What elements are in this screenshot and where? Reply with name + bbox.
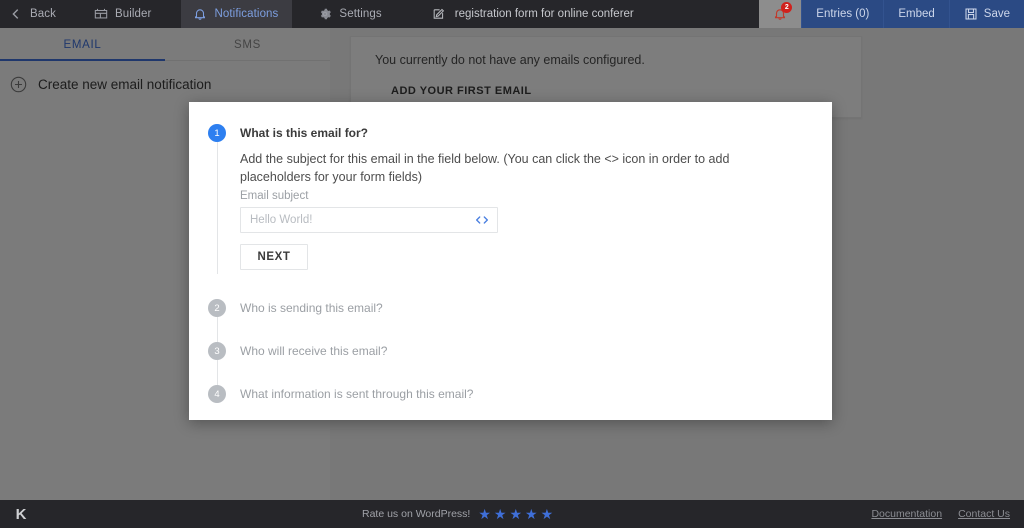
- form-name-text: registration form for online conferer: [454, 8, 634, 20]
- star-icon[interactable]: ★: [525, 507, 538, 521]
- back-label: Back: [30, 8, 56, 20]
- email-subject-input[interactable]: [240, 207, 498, 233]
- step-spacer: [189, 274, 832, 299]
- notifications-label: Notifications: [214, 8, 279, 20]
- step-3-bullet: 3: [208, 342, 226, 360]
- contact-us-link[interactable]: Contact Us: [958, 508, 1010, 520]
- step-1-body: Add the subject for this email in the fi…: [240, 142, 832, 274]
- bell-icon: [193, 7, 207, 21]
- kali-forms-logo: K: [15, 505, 27, 523]
- tab-settings[interactable]: Settings: [292, 0, 411, 28]
- step-4-title: What information is sent through this em…: [240, 387, 474, 401]
- back-button[interactable]: Back: [0, 0, 82, 28]
- settings-label: Settings: [339, 8, 382, 20]
- step-1-bullet: 1: [208, 124, 226, 142]
- builder-icon: [94, 7, 108, 21]
- star-icon[interactable]: ★: [494, 507, 507, 521]
- star-icon[interactable]: ★: [478, 507, 491, 521]
- step-spacer: [189, 317, 832, 342]
- step-1-description: Add the subject for this email in the fi…: [240, 152, 730, 184]
- embed-label: Embed: [898, 8, 935, 20]
- step-2-title: Who is sending this email?: [240, 301, 383, 315]
- wizard-step-4[interactable]: 4 What information is sent through this …: [189, 385, 832, 403]
- email-setup-wizard-modal: 1 What is this email for? Add the subjec…: [189, 102, 832, 420]
- wizard-steps: 1 What is this email for? Add the subjec…: [189, 124, 832, 403]
- star-icon[interactable]: ★: [541, 507, 554, 521]
- rate-us-section: Rate us on WordPress! ★ ★ ★ ★ ★: [362, 507, 553, 521]
- step-2-bullet: 2: [208, 299, 226, 317]
- star-rating[interactable]: ★ ★ ★ ★ ★: [478, 507, 553, 521]
- step-connector-line: [216, 142, 218, 274]
- top-toolbar: Back Builder Notifications Settings regi…: [0, 0, 1024, 28]
- wizard-step-2[interactable]: 2 Who is sending this email?: [189, 299, 832, 343]
- save-disk-icon: [964, 7, 978, 21]
- tab-builder[interactable]: Builder: [82, 0, 182, 28]
- chevron-left-icon: [9, 7, 23, 21]
- star-icon[interactable]: ★: [509, 507, 522, 521]
- code-brackets-icon[interactable]: [474, 207, 490, 233]
- next-button[interactable]: NEXT: [240, 244, 308, 270]
- save-label: Save: [983, 8, 1010, 20]
- step-spacer: [189, 360, 832, 385]
- step-3-title: Who will receive this email?: [240, 344, 388, 358]
- step-connector-line: [216, 317, 218, 343]
- rate-us-label: Rate us on WordPress!: [362, 508, 471, 520]
- email-subject-field-wrap: [240, 207, 498, 233]
- save-button[interactable]: Save: [948, 0, 1024, 28]
- step-1-title: What is this email for?: [240, 126, 369, 140]
- notification-count-badge: 2: [781, 2, 793, 13]
- builder-label: Builder: [114, 8, 152, 20]
- entries-button[interactable]: Entries (0): [801, 0, 884, 28]
- entries-label: Entries (0): [816, 8, 870, 20]
- documentation-link[interactable]: Documentation: [871, 508, 942, 520]
- step-4-bullet: 4: [208, 385, 226, 403]
- form-name-field[interactable]: registration form for online conferer: [412, 0, 760, 28]
- tab-notifications[interactable]: Notifications: [181, 0, 293, 28]
- step-connector-line: [216, 360, 218, 386]
- embed-button[interactable]: Embed: [883, 0, 949, 28]
- notification-bell-button[interactable]: 2: [759, 0, 802, 28]
- gear-icon: [318, 7, 332, 21]
- wizard-step-1: 1 What is this email for? Add the subjec…: [189, 124, 832, 274]
- edit-pencil-icon: [432, 7, 446, 21]
- app-window: Back Builder Notifications Settings regi…: [0, 0, 1024, 528]
- footer-links: Documentation Contact Us: [871, 508, 1010, 520]
- wizard-step-3[interactable]: 3 Who will receive this email?: [189, 342, 832, 386]
- bottom-statusbar: K Rate us on WordPress! ★ ★ ★ ★ ★ Docume…: [0, 500, 1024, 528]
- email-subject-label: Email subject: [240, 190, 309, 202]
